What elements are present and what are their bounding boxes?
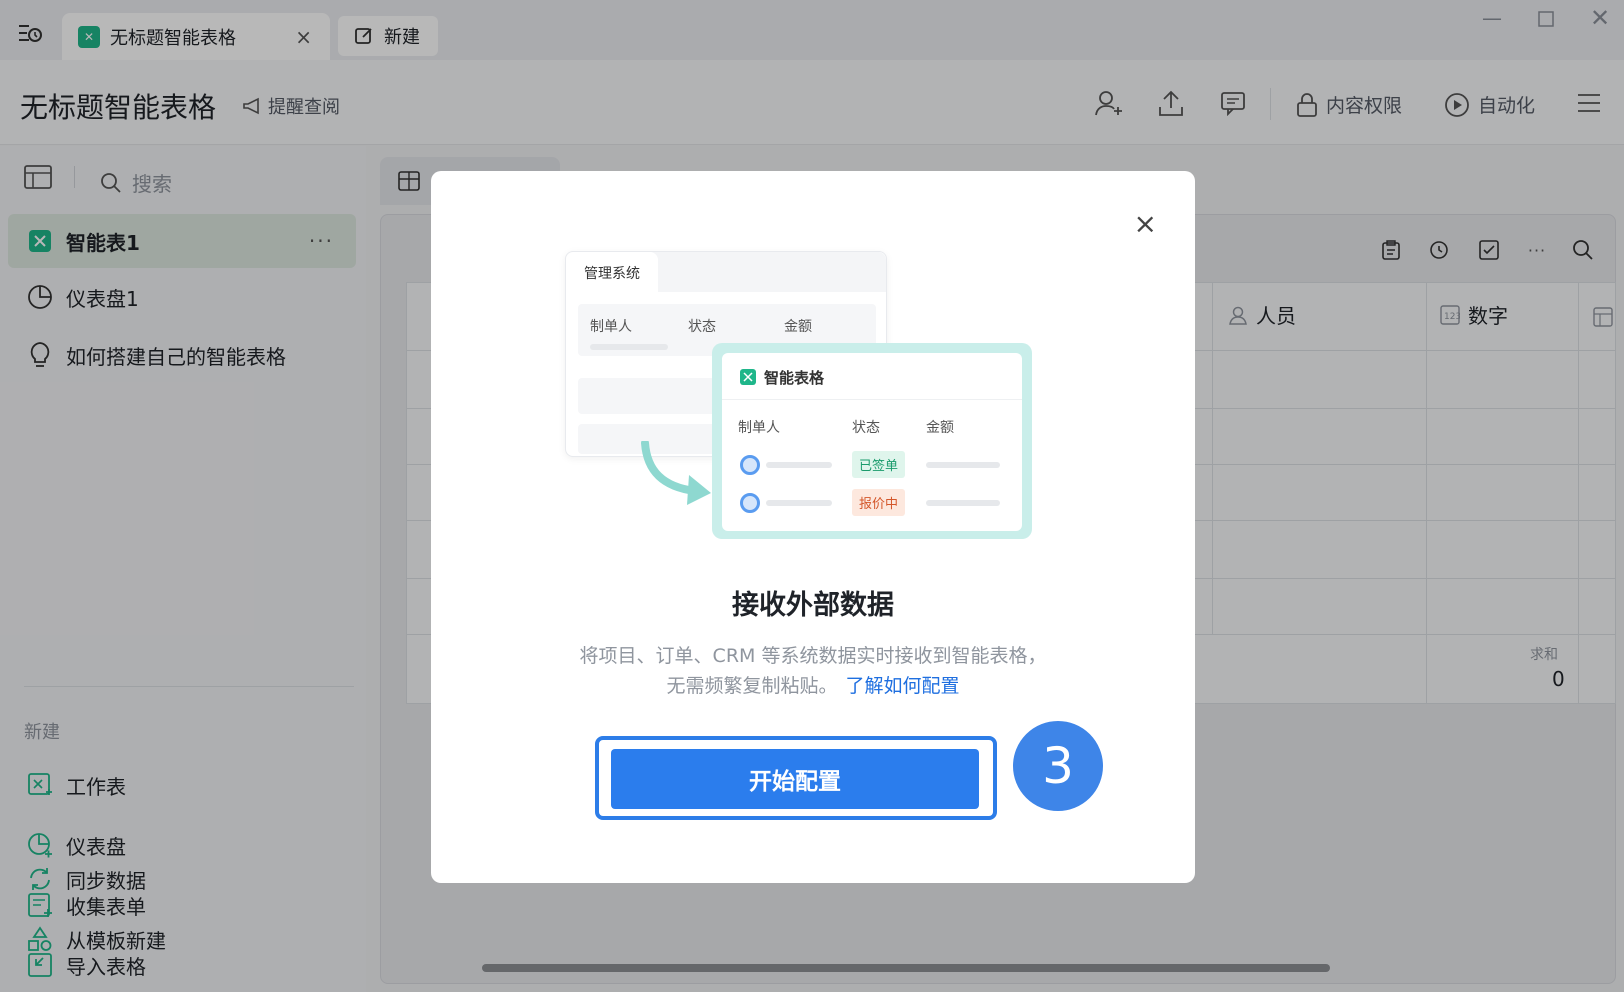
status-badge-signed: 已签单 xyxy=(852,451,906,478)
close-icon[interactable]: × xyxy=(1134,207,1157,240)
illustration-tab-label: 管理系统 xyxy=(566,252,658,294)
illustration-bar xyxy=(590,344,668,350)
learn-how-link[interactable]: 了解如何配置 xyxy=(846,675,960,697)
dialog-description-text: 无需频繁复制粘贴。 xyxy=(666,675,838,697)
illustration-bar xyxy=(926,462,1000,468)
illustration-bar xyxy=(766,500,832,506)
illustration-col: 状态 xyxy=(852,420,880,436)
dialog-description-line1: 将项目、订单、CRM 等系统数据实时接收到智能表格， xyxy=(579,645,1047,667)
illustration-col: 状态 xyxy=(688,319,716,335)
illustration-bar xyxy=(926,500,1000,506)
illustration-col: 制单人 xyxy=(738,420,780,436)
step-number-badge: 3 xyxy=(1010,718,1106,814)
start-config-button[interactable]: 开始配置 xyxy=(611,749,979,809)
illustration-col: 金额 xyxy=(784,319,812,335)
dialog-description-line2: 无需频繁复制粘贴。 了解如何配置 xyxy=(431,671,1195,698)
illustration-col: 金额 xyxy=(926,420,954,436)
flow-arrow-icon xyxy=(641,441,711,505)
avatar xyxy=(740,455,760,475)
illustration-title: 智能表格 xyxy=(764,369,825,387)
illustration-smart-sheet: 智能表格 制单人 状态 金额 已签单 报价中 xyxy=(712,343,1032,539)
illustration-bar xyxy=(766,462,832,468)
avatar xyxy=(740,493,760,513)
status-badge-quoting: 报价中 xyxy=(852,489,906,516)
illustration-col: 制单人 xyxy=(590,319,632,335)
illustration-card: 智能表格 制单人 状态 金额 已签单 报价中 xyxy=(722,353,1022,531)
illustration-divider xyxy=(722,399,1022,400)
dialog-title: 接收外部数据 xyxy=(732,590,894,621)
smart-sheet-icon xyxy=(740,369,756,385)
